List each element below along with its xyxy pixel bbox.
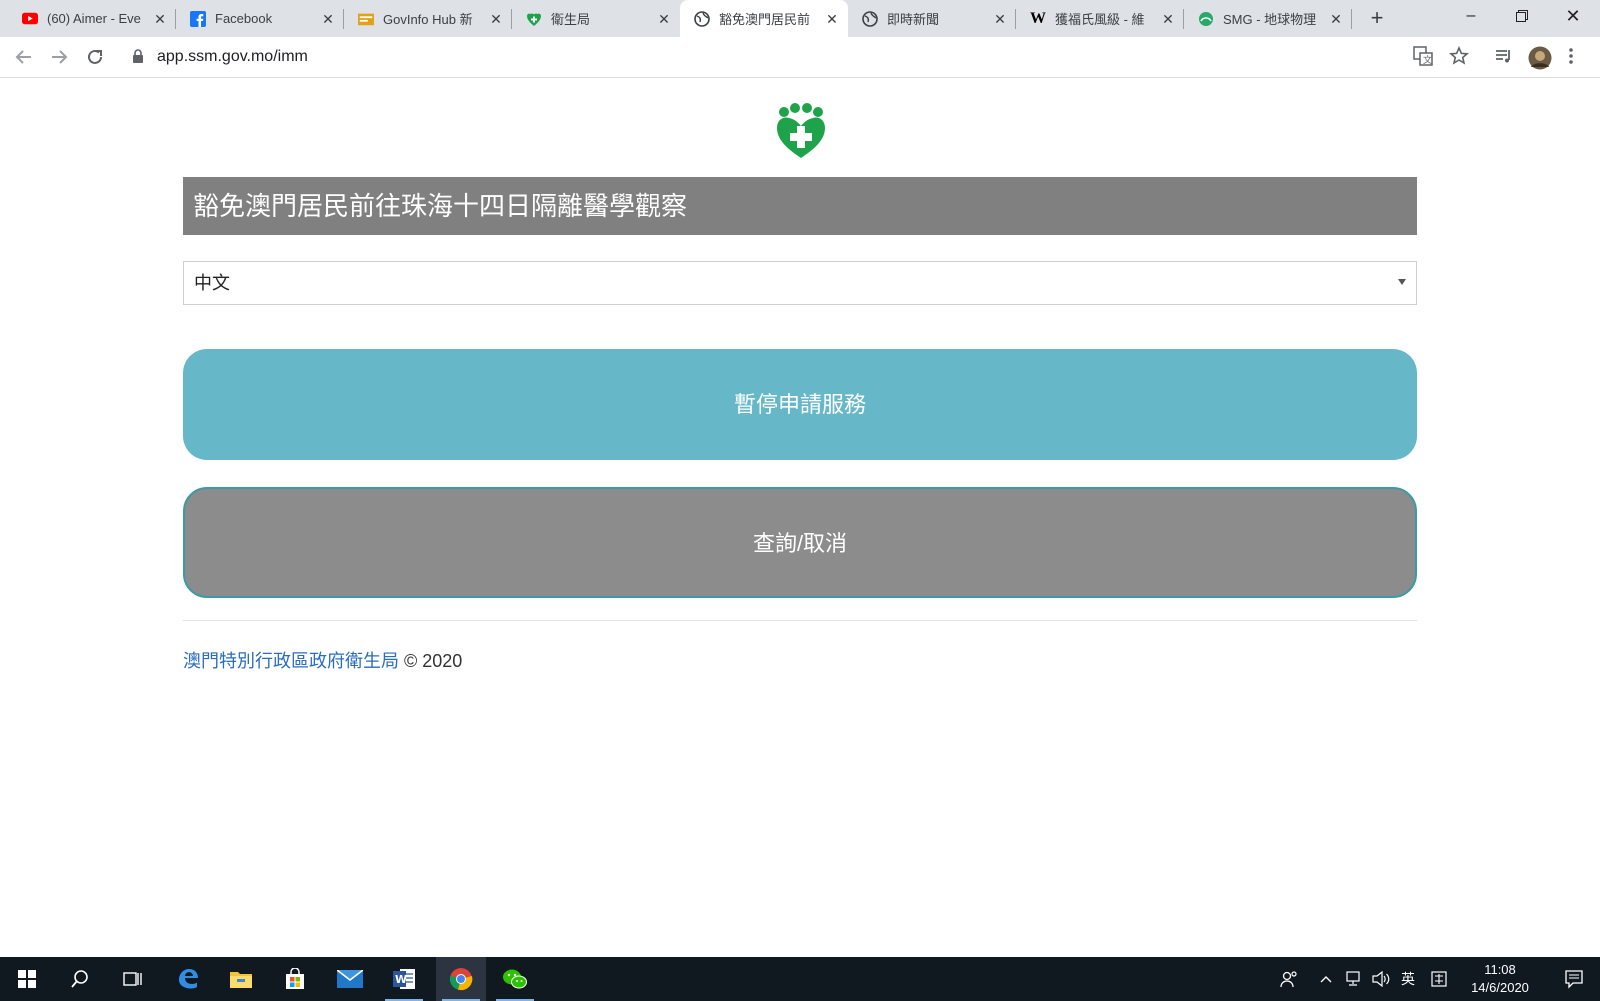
store-icon[interactable]	[270, 957, 320, 1001]
ssm-logo	[774, 102, 828, 160]
footer-link-ssm[interactable]: 澳門特別行政區政府衛生局	[183, 651, 399, 671]
apply-service-button[interactable]: 暫停申請服務	[183, 349, 1417, 460]
ime-indicator[interactable]: 英	[1396, 957, 1420, 1001]
tab-wikipedia[interactable]: W 獲福氏風級 - 維 ✕	[1016, 0, 1184, 37]
file-explorer-icon[interactable]	[216, 957, 266, 1001]
windows-start-icon[interactable]	[2, 957, 52, 1001]
network-icon[interactable]	[1344, 957, 1366, 1001]
close-icon[interactable]: ✕	[488, 11, 504, 27]
tab-title: 衛生局	[551, 12, 591, 27]
tab-ssm[interactable]: 衛生局 ✕	[512, 0, 680, 37]
tab-facebook[interactable]: Facebook ✕	[176, 0, 344, 37]
window-close-button[interactable]: ✕	[1548, 0, 1598, 32]
lock-icon[interactable]	[132, 49, 144, 69]
close-icon[interactable]: ✕	[824, 11, 840, 27]
page-title: 豁免澳門居民前往珠海十四日隔離醫學觀察	[183, 177, 1417, 235]
notification-icon[interactable]	[1554, 957, 1594, 1001]
ime-mode-icon[interactable]	[1428, 957, 1450, 1001]
close-icon[interactable]: ✕	[1328, 11, 1344, 27]
close-icon[interactable]: ✕	[656, 11, 672, 27]
tab-title: 即時新聞	[887, 12, 940, 27]
profile-avatar[interactable]	[1528, 46, 1552, 70]
chevron-down-icon	[1398, 279, 1406, 285]
restore-button[interactable]	[1497, 0, 1547, 32]
facebook-icon	[190, 10, 206, 27]
word-icon[interactable]: W	[379, 957, 429, 1001]
tab-title: 獲福氏風級 - 維	[1055, 12, 1145, 27]
tab-title: Facebook	[215, 11, 273, 26]
tab-active-imm[interactable]: 豁免澳門居民前 ✕	[680, 0, 848, 37]
search-icon[interactable]	[55, 957, 105, 1001]
close-icon[interactable]: ✕	[1160, 11, 1176, 27]
tab-news[interactable]: 即時新聞 ✕	[848, 0, 1016, 37]
tab-title: SMG - 地球物理	[1223, 12, 1317, 27]
chrome-icon[interactable]	[436, 957, 486, 1001]
back-button[interactable]	[12, 45, 36, 69]
tab-govinfo[interactable]: GovInfo Hub 新 ✕	[344, 0, 512, 37]
wechat-icon[interactable]	[490, 957, 540, 1001]
tab-smg[interactable]: SMG - 地球物理 ✕	[1184, 0, 1352, 37]
people-icon[interactable]	[1276, 957, 1302, 1001]
new-tab-button[interactable]: +	[1366, 7, 1388, 30]
close-icon[interactable]: ✕	[152, 11, 168, 27]
globe-icon	[862, 10, 878, 27]
tab-title: 豁免澳門居民前	[719, 12, 811, 27]
edge-icon[interactable]	[163, 957, 213, 1001]
divider	[183, 620, 1417, 621]
windows-taskbar: W 英 11:08 14/6/2020	[0, 957, 1600, 1001]
globe-icon	[694, 10, 710, 27]
ssm-shield-icon	[526, 11, 542, 27]
browser-toolbar: app.ssm.gov.mo/imm 文	[0, 37, 1600, 78]
forward-button[interactable]	[47, 45, 71, 69]
close-icon[interactable]: ✕	[992, 11, 1008, 27]
task-view-icon[interactable]	[108, 957, 158, 1001]
smg-icon	[1198, 11, 1214, 27]
browser-tab-strip: (60) Aimer - Eve ✕ Facebook ✕ GovInfo Hu…	[0, 0, 1600, 37]
svg-text:文: 文	[1423, 54, 1432, 66]
close-icon[interactable]: ✕	[320, 11, 336, 27]
reload-button[interactable]	[83, 45, 107, 69]
govinfo-icon	[358, 11, 374, 27]
svg-text:W: W	[395, 973, 407, 986]
footer: 澳門特別行政區政府衛生局 © 2020	[183, 647, 462, 673]
system-clock[interactable]: 11:08 14/6/2020	[1455, 961, 1545, 997]
volume-icon[interactable]	[1370, 957, 1392, 1001]
language-select-value: 中文	[194, 273, 230, 293]
wikipedia-icon: W	[1030, 9, 1046, 27]
minimize-button[interactable]: –	[1446, 0, 1496, 32]
query-cancel-button[interactable]: 查詢/取消	[183, 487, 1417, 598]
mail-icon[interactable]	[325, 957, 375, 1001]
kebab-menu-icon[interactable]	[1568, 46, 1590, 68]
media-queue-icon[interactable]	[1494, 46, 1516, 68]
footer-copyright: © 2020	[404, 651, 463, 671]
translate-icon[interactable]: 文	[1413, 46, 1435, 68]
clock-time: 11:08	[1484, 962, 1516, 977]
chevron-up-icon[interactable]	[1316, 957, 1336, 1001]
tab-youtube[interactable]: (60) Aimer - Eve ✕	[8, 0, 176, 37]
tab-title: (60) Aimer - Eve	[47, 11, 141, 26]
clock-date: 14/6/2020	[1471, 980, 1529, 995]
address-bar[interactable]: app.ssm.gov.mo/imm	[157, 48, 308, 66]
tab-title: GovInfo Hub 新	[383, 12, 473, 27]
youtube-icon	[22, 11, 38, 27]
language-select[interactable]: 中文	[183, 261, 1417, 305]
bookmark-star-icon[interactable]	[1449, 46, 1471, 68]
